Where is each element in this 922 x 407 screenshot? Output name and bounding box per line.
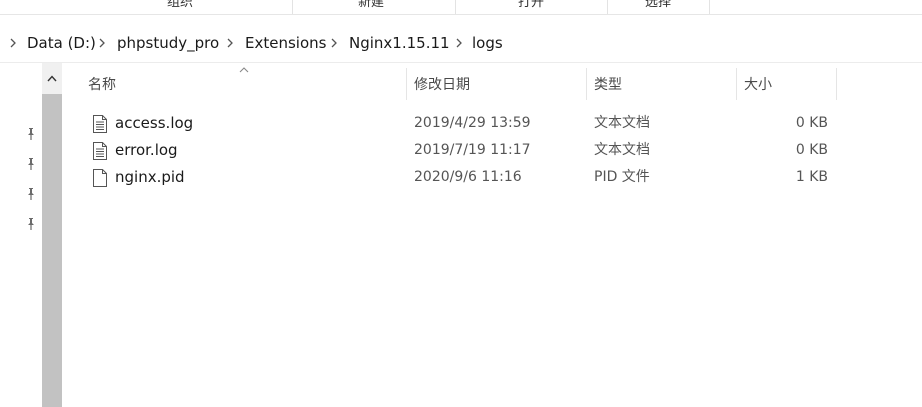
column-header-type[interactable]: 类型 xyxy=(594,63,724,101)
chevron-right-icon[interactable] xyxy=(327,24,341,62)
pin-icon[interactable] xyxy=(22,155,40,173)
blank-file-icon xyxy=(93,169,107,187)
file-name[interactable]: access.log xyxy=(115,110,193,137)
file-size: 0 KB xyxy=(795,142,828,158)
ribbon-group-select: 选择 xyxy=(644,0,671,10)
ribbon-group-open: 打开 xyxy=(517,0,544,10)
text-document-icon xyxy=(93,142,107,160)
breadcrumb-item-nginx[interactable]: Nginx1.15.11 xyxy=(349,24,450,62)
text-document-icon xyxy=(93,115,107,133)
breadcrumb-item-extensions[interactable]: Extensions xyxy=(245,24,326,62)
file-row[interactable]: nginx.pid 2020/9/6 11:16 PID 文件 1 KB xyxy=(80,164,840,191)
ribbon-separator xyxy=(292,0,293,14)
ribbon-separator xyxy=(709,0,710,14)
breadcrumb-item-logs[interactable]: logs xyxy=(472,24,503,62)
file-date: 2019/7/19 11:17 xyxy=(414,142,531,158)
file-row[interactable]: error.log 2019/7/19 11:17 文本文档 0 KB xyxy=(80,137,840,164)
nav-scrollbar-thumb[interactable] xyxy=(42,94,62,407)
file-name[interactable]: error.log xyxy=(115,137,178,164)
file-type: 文本文档 xyxy=(594,115,650,131)
file-type: PID 文件 xyxy=(594,169,650,185)
column-divider[interactable] xyxy=(736,68,737,100)
file-size: 1 KB xyxy=(795,169,828,185)
column-header-date[interactable]: 修改日期 xyxy=(414,63,574,101)
column-divider[interactable] xyxy=(406,68,407,100)
column-header-name[interactable]: 名称 xyxy=(88,63,398,101)
file-size: 0 KB xyxy=(795,115,828,131)
file-type: 文本文档 xyxy=(594,142,650,158)
file-date: 2019/4/29 13:59 xyxy=(414,115,531,131)
chevron-right-icon[interactable] xyxy=(95,24,109,62)
ribbon-group-new: 新建 xyxy=(357,0,384,10)
column-divider[interactable] xyxy=(836,68,837,100)
file-date: 2020/9/6 11:16 xyxy=(414,169,522,185)
pin-icon[interactable] xyxy=(22,185,40,203)
breadcrumb[interactable]: Data (D:) phpstudy_pro Extensions Nginx1… xyxy=(0,24,922,63)
breadcrumb-item-drive[interactable]: Data (D:) xyxy=(27,24,96,62)
chevron-right-icon[interactable] xyxy=(223,24,237,62)
column-divider[interactable] xyxy=(586,68,587,100)
ribbon-separator xyxy=(455,0,456,14)
file-name[interactable]: nginx.pid xyxy=(115,164,185,191)
file-row[interactable]: access.log 2019/4/29 13:59 文本文档 0 KB xyxy=(80,110,840,137)
chevron-right-icon[interactable] xyxy=(6,24,20,62)
ribbon-group-organize: 组织 xyxy=(166,0,193,10)
pin-icon[interactable] xyxy=(22,215,40,233)
scroll-up-arrow-icon[interactable] xyxy=(42,66,62,90)
breadcrumb-item-phpstudy[interactable]: phpstudy_pro xyxy=(117,24,219,62)
chevron-right-icon[interactable] xyxy=(452,24,466,62)
column-header-size[interactable]: 大小 xyxy=(744,63,834,101)
pin-icon[interactable] xyxy=(22,125,40,143)
ribbon-group-labels: 组织 新建 打开 选择 xyxy=(0,0,922,15)
ribbon-separator xyxy=(607,0,608,14)
